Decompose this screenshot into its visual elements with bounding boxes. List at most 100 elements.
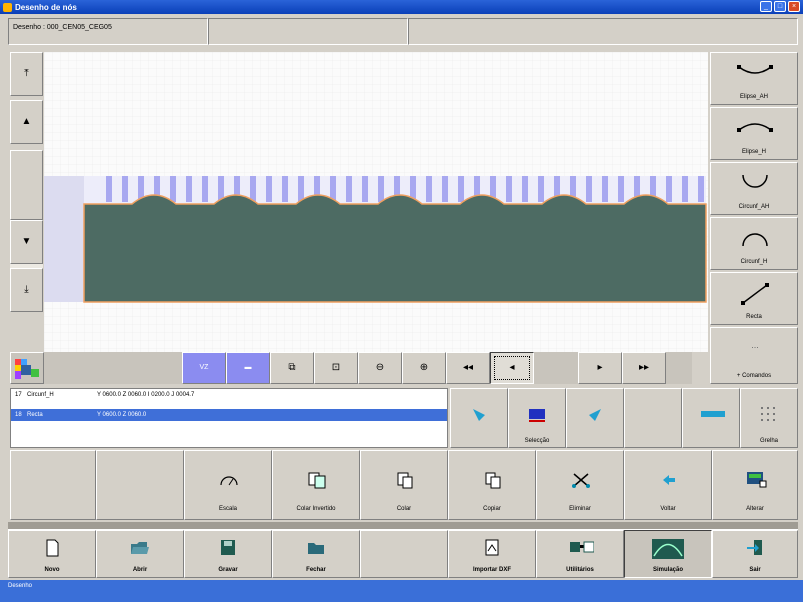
- utilities-button[interactable]: Utilitários: [536, 530, 624, 578]
- profile-stripe: [378, 176, 384, 202]
- selection-button[interactable]: Selecção: [508, 388, 566, 448]
- scroll-first-icon[interactable]: ◂◂: [446, 352, 490, 384]
- move-prev-button[interactable]: [450, 388, 508, 448]
- grid-button[interactable]: Grelha: [740, 388, 798, 448]
- maximize-button[interactable]: □: [774, 1, 786, 12]
- edit-empty-1-button[interactable]: [10, 450, 96, 520]
- open-button[interactable]: Abrir: [96, 530, 184, 578]
- edit-empty-2-button[interactable]: [96, 450, 184, 520]
- row-values: Y 0600.0 Z 0060.0: [97, 412, 147, 418]
- row-index: 17: [15, 392, 22, 398]
- profile-stripe: [186, 176, 192, 202]
- main-empty-button[interactable]: [360, 530, 448, 578]
- line-icon: [741, 283, 769, 305]
- title-bar: Desenho de nós _ □ ×: [0, 0, 803, 14]
- paste-inverted-button[interactable]: Colar Invertido: [272, 450, 360, 520]
- utilities-icon: [570, 541, 594, 553]
- zoom-window-icon[interactable]: ⧉: [270, 352, 314, 384]
- new-file-icon: [46, 539, 59, 557]
- window-title: Desenho de nós: [15, 2, 77, 12]
- status-bar: Desenho: [0, 580, 803, 602]
- vz-button[interactable]: VZ: [182, 352, 226, 384]
- exit-icon: [747, 540, 762, 555]
- zoom-in-icon[interactable]: ⊕: [402, 352, 446, 384]
- measure-button[interactable]: [682, 388, 740, 448]
- scroll-bottom-button[interactable]: ⤓: [10, 268, 43, 312]
- circunf-ah-label: Circunf_AH: [738, 204, 770, 210]
- recta-label: Recta: [746, 314, 762, 320]
- selection-icon: [529, 409, 545, 422]
- profile-stripe: [122, 176, 128, 202]
- close-button[interactable]: ×: [788, 1, 800, 12]
- profile-stripe: [602, 176, 608, 202]
- profile-stripe: [250, 176, 256, 202]
- import-dxf-button[interactable]: Importar DXF: [448, 530, 536, 578]
- row-name: Circunf_H: [27, 392, 54, 398]
- arc-down-icon: [737, 123, 773, 132]
- scroll-right-icon[interactable]: ▸: [578, 352, 622, 384]
- profile-stripe: [666, 176, 672, 202]
- simulation-button[interactable]: Simulação: [624, 530, 712, 578]
- new-button[interactable]: Novo: [8, 530, 96, 578]
- change-button[interactable]: Alterar: [712, 450, 798, 520]
- save-button[interactable]: Gravar: [184, 530, 272, 578]
- scale-icon: [220, 476, 238, 486]
- profile-stripe: [522, 176, 528, 202]
- profile-stripe: [698, 176, 704, 202]
- paste-icon: [397, 472, 413, 489]
- scroll-last-icon[interactable]: ▸▸: [622, 352, 666, 384]
- change-icon: [747, 472, 767, 488]
- scroll-down-button[interactable]: ▼: [10, 220, 43, 264]
- list-item-selected[interactable]: 18 Recta Y 0600.0 Z 0060.0: [11, 409, 447, 421]
- circunf-h-button[interactable]: Circunf_H: [710, 217, 798, 270]
- measure-icon: [701, 411, 725, 417]
- recta-button[interactable]: Recta: [710, 272, 798, 325]
- scroll-thumb[interactable]: [10, 150, 43, 220]
- row-index: 18: [15, 412, 22, 418]
- undo-button[interactable]: Voltar: [624, 450, 712, 520]
- profile-stripe: [506, 176, 512, 202]
- half-circle-up-icon: [742, 174, 768, 188]
- arc-up-icon: [737, 65, 773, 74]
- profile-shape: [83, 194, 707, 303]
- close-file-button[interactable]: Fechar: [272, 530, 360, 578]
- elipse-ah-button[interactable]: Elipse_AH: [710, 52, 798, 105]
- zoom-fit-icon[interactable]: ⊡: [314, 352, 358, 384]
- row-values: Y 0600.0 Z 0060.0 I 0200.0 J 0004.7: [97, 392, 195, 398]
- grid-icon: [761, 407, 775, 421]
- scroll-top-button[interactable]: ⤒: [10, 52, 43, 96]
- scale-button[interactable]: Escala: [184, 450, 272, 520]
- empty-button[interactable]: [624, 388, 682, 448]
- list-item[interactable]: 17 Circunf_H Y 0600.0 Z 0060.0 I 0200.0 …: [11, 389, 447, 401]
- minimize-button[interactable]: _: [760, 1, 772, 12]
- more-commands-button[interactable]: ... + Comandos: [710, 327, 798, 384]
- profile-stripe: [170, 176, 176, 202]
- paste-button[interactable]: Colar: [360, 450, 448, 520]
- elipse-h-button[interactable]: Elipse_H: [710, 107, 798, 160]
- profile-drawing: [44, 52, 708, 352]
- copy-button[interactable]: Copiar: [448, 450, 536, 520]
- profile-stripe: [538, 176, 544, 202]
- exit-button[interactable]: Sair: [712, 530, 798, 578]
- move-next-button[interactable]: [566, 388, 624, 448]
- drawing-canvas[interactable]: [44, 52, 708, 352]
- undo-icon: [663, 475, 675, 485]
- shape-panel: Elipse_AH Elipse_H Circunf_AH Circunf_H …: [710, 52, 798, 384]
- scroll-up-button[interactable]: ▲: [10, 100, 43, 144]
- zoom-out-icon[interactable]: ⊖: [358, 352, 402, 384]
- delete-button[interactable]: Eliminar: [536, 450, 624, 520]
- scroll-left-icon[interactable]: ◂: [490, 352, 534, 384]
- palette-icon[interactable]: [10, 352, 44, 384]
- profile-stripe: [442, 176, 448, 202]
- vertical-scroll[interactable]: ⤒ ▲ ▼ ⤓: [10, 52, 43, 352]
- info-bar: Desenho : 000_CEN05_CEG05: [8, 18, 798, 45]
- status-text: Desenho: [8, 583, 33, 589]
- row-name: Recta: [27, 412, 43, 418]
- element-list[interactable]: 17 Circunf_H Y 0600.0 Z 0060.0 I 0200.0 …: [10, 388, 448, 448]
- profile-stripe: [346, 176, 352, 202]
- app-icon: [3, 2, 12, 12]
- folder-view-button[interactable]: ▬: [226, 352, 270, 384]
- circunf-ah-button[interactable]: Circunf_AH: [710, 162, 798, 215]
- main-toolbar: Novo Abrir Gravar Fechar Importar DXF Ut…: [8, 530, 798, 578]
- profile-stripe: [266, 176, 272, 202]
